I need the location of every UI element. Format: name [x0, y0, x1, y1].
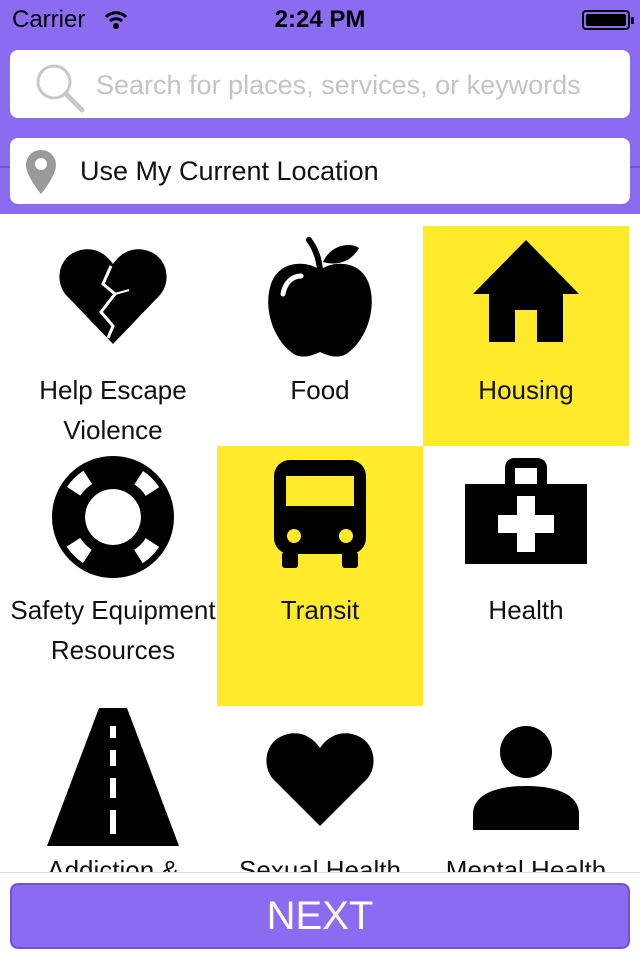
- person-icon: [473, 726, 579, 830]
- category-health[interactable]: Health: [423, 446, 629, 666]
- house-icon: [473, 240, 579, 342]
- category-help-escape-violence[interactable]: Help Escape Violence: [10, 226, 216, 446]
- use-current-location-label: Use My Current Location: [80, 156, 379, 186]
- search-placeholder: Search for places, services, or keywords: [96, 70, 581, 100]
- first-aid-kit-icon: [465, 458, 587, 564]
- category-addiction[interactable]: Addiction &: [10, 706, 216, 872]
- category-label: Help Escape Violence: [39, 375, 187, 445]
- apple-icon: [268, 237, 372, 357]
- category-label: Safety Equipment Resources: [10, 595, 216, 665]
- search-header: Search for places, services, or keywords…: [0, 40, 640, 214]
- category-safety-equipment[interactable]: Safety Equipment Resources: [10, 446, 216, 666]
- category-label: Health: [488, 595, 564, 625]
- use-current-location-button[interactable]: Use My Current Location: [10, 138, 630, 204]
- road-icon: [47, 708, 179, 846]
- lifebuoy-icon: [52, 456, 174, 578]
- category-mental-health[interactable]: Mental Health: [423, 706, 629, 872]
- footer-bar: NEXT: [0, 872, 640, 961]
- search-input[interactable]: Search for places, services, or keywords: [10, 50, 630, 118]
- category-label: Sexual Health: [239, 855, 401, 872]
- clock: 2:24 PM: [274, 6, 366, 33]
- category-label: Housing: [478, 375, 574, 405]
- category-housing[interactable]: Housing: [423, 226, 629, 446]
- broken-heart-icon: [59, 249, 167, 344]
- battery-icon: [582, 10, 634, 30]
- category-label: Transit: [280, 595, 360, 625]
- heart-icon: [266, 733, 374, 826]
- bus-icon: [274, 460, 366, 568]
- search-icon: [34, 62, 86, 119]
- category-label: Mental Health: [445, 855, 607, 872]
- status-bar: Carrier 2:24 PM: [0, 0, 640, 40]
- location-pin-icon: [24, 148, 58, 201]
- category-label: Addiction &: [47, 855, 179, 872]
- next-button[interactable]: NEXT: [10, 883, 630, 949]
- category-transit[interactable]: Transit: [217, 446, 423, 706]
- category-grid: Help Escape Violence Food Housing Safety…: [0, 214, 640, 872]
- category-food[interactable]: Food: [217, 226, 423, 446]
- category-label: Food: [290, 375, 350, 405]
- category-sexual-health[interactable]: Sexual Health: [217, 706, 423, 872]
